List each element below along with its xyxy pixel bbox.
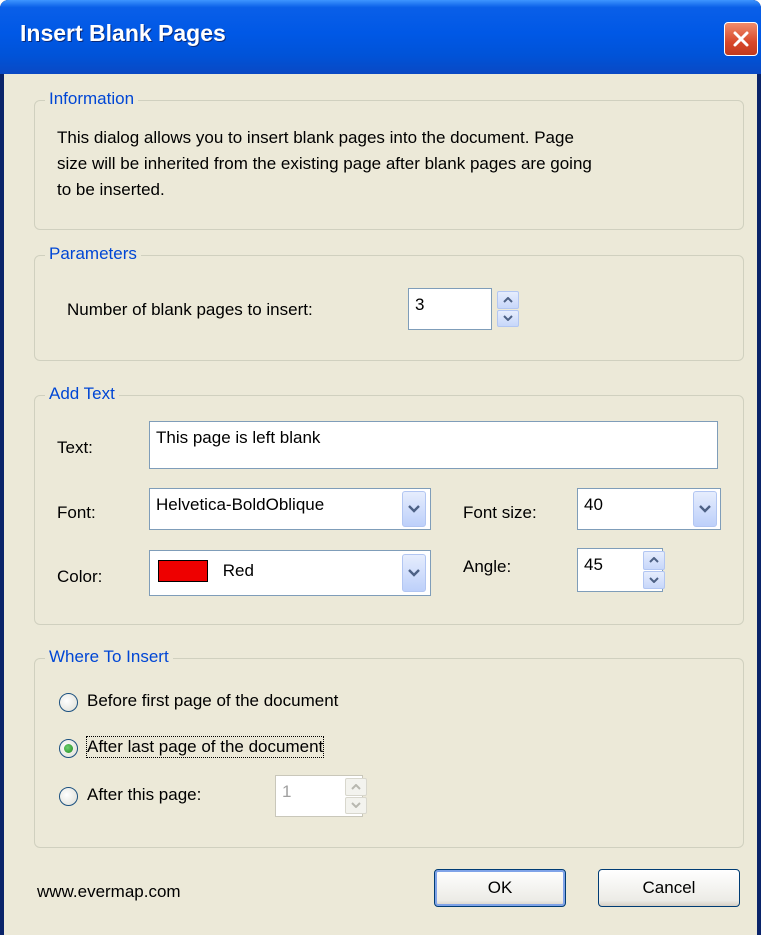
page-number-stepper[interactable] [345, 778, 367, 814]
radio-icon[interactable] [59, 787, 78, 806]
spin-down-icon [649, 577, 659, 583]
parameters-group: Parameters Number of blank pages to inse… [34, 244, 744, 361]
pages-stepper[interactable] [497, 291, 519, 327]
font-dropdown-button[interactable] [402, 491, 426, 527]
font-select[interactable]: Helvetica-BoldOblique [149, 488, 431, 530]
information-line: size will be inherited from the existing… [57, 154, 592, 173]
add-text-legend: Add Text [45, 384, 119, 404]
chevron-down-icon [699, 505, 711, 513]
spin-up-icon [503, 296, 513, 303]
pages-input[interactable]: 3 [408, 288, 492, 330]
website-label: www.evermap.com [37, 882, 181, 901]
spin-up-button[interactable] [497, 291, 519, 309]
spin-up-button[interactable] [643, 551, 665, 570]
radio-after-last[interactable]: After last page of the document [59, 735, 439, 763]
radio-icon[interactable] [59, 739, 78, 758]
color-label: Color: [57, 567, 103, 586]
radio-before-first[interactable]: Before first page of the document [59, 689, 439, 717]
chevron-down-icon [408, 569, 420, 577]
dialog-body: Information This dialog allows you to in… [4, 74, 757, 935]
color-select[interactable]: Red [149, 550, 431, 596]
information-text: This dialog allows you to insert blank p… [57, 125, 737, 203]
close-button[interactable] [724, 22, 758, 56]
spin-down-icon [503, 315, 513, 322]
angle-stepper[interactable] [643, 551, 665, 589]
font-label: Font: [57, 503, 96, 522]
where-legend: Where To Insert [45, 647, 173, 667]
pages-label: Number of blank pages to insert: [67, 300, 313, 319]
radio-label: After last page of the document [85, 736, 325, 758]
color-value: Red [222, 561, 254, 580]
cancel-button[interactable]: Cancel [598, 869, 740, 907]
information-legend: Information [45, 89, 139, 109]
spin-up-icon [649, 557, 659, 563]
font-size-label: Font size: [463, 503, 537, 522]
radio-label: After this page: [87, 785, 202, 804]
color-swatch [158, 560, 208, 582]
radio-selected-dot [64, 744, 73, 753]
spin-down-button[interactable] [497, 309, 519, 327]
radio-icon[interactable] [59, 693, 78, 712]
where-group: Where To Insert Before first page of the… [34, 647, 744, 848]
font-size-dropdown-button[interactable] [693, 491, 717, 527]
parameters-legend: Parameters [45, 244, 141, 264]
text-label: Text: [57, 438, 93, 457]
spin-down-button[interactable] [345, 796, 367, 814]
close-icon [733, 31, 749, 47]
dialog-window: Insert Blank Pages Information This dial… [0, 0, 761, 935]
information-group: Information This dialog allows you to in… [34, 89, 744, 230]
spin-down-button[interactable] [643, 570, 665, 589]
radio-label: Before first page of the document [87, 691, 339, 710]
angle-label: Angle: [463, 557, 512, 576]
spin-down-icon [351, 802, 361, 809]
color-dropdown-button[interactable] [402, 554, 426, 592]
title-bar[interactable]: Insert Blank Pages [0, 0, 761, 74]
information-line: to be inserted. [57, 180, 165, 199]
spin-up-icon [351, 783, 361, 790]
text-input[interactable]: This page is left blank [149, 421, 718, 469]
ok-button[interactable]: OK [434, 869, 566, 907]
radio-after-this-page[interactable]: After this page: [59, 783, 299, 811]
chevron-down-icon [408, 505, 420, 513]
add-text-group: Add Text Text: This page is left blank F… [34, 384, 744, 625]
spin-up-button[interactable] [345, 778, 367, 796]
information-line: This dialog allows you to insert blank p… [57, 128, 574, 147]
dialog-title: Insert Blank Pages [20, 20, 226, 46]
